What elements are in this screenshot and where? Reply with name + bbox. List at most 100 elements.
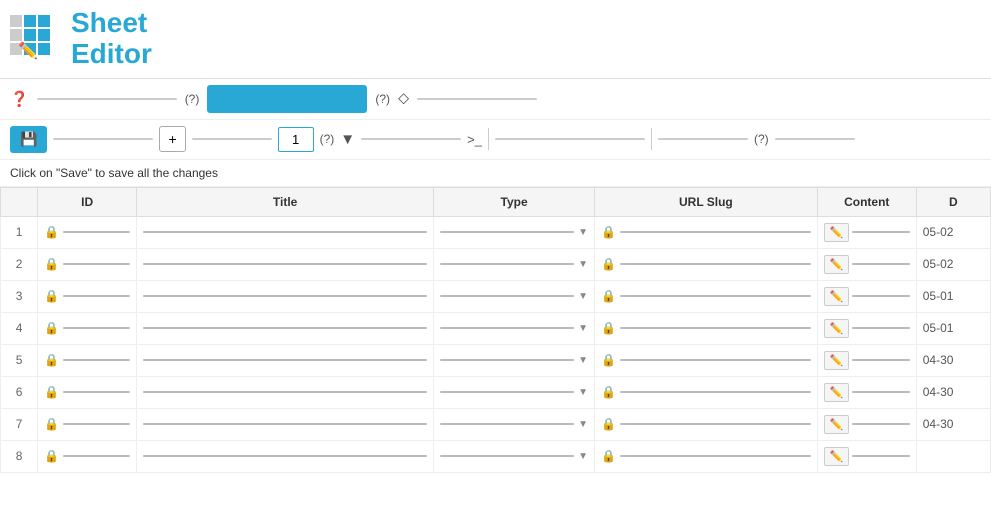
col-line2 — [192, 138, 272, 140]
cell-title[interactable] — [137, 312, 434, 344]
cell-slug: 🔒 — [595, 248, 818, 280]
cell-type[interactable]: ▼ — [434, 216, 595, 248]
col-header-date[interactable]: D — [916, 187, 990, 216]
hint-extra[interactable]: (?) — [754, 132, 769, 146]
col-line4 — [495, 138, 645, 140]
cell-title[interactable] — [137, 344, 434, 376]
cell-title[interactable] — [137, 376, 434, 408]
main-filter-input[interactable] — [207, 85, 367, 113]
cell-slug: 🔒 — [595, 408, 818, 440]
dropdown-icon[interactable]: ▼ — [578, 323, 588, 334]
cmd-icon[interactable]: >_ — [467, 132, 482, 147]
id-value-line — [63, 455, 130, 457]
cell-type[interactable]: ▼ — [434, 344, 595, 376]
row-count-input[interactable] — [278, 127, 314, 152]
cell-content: ✏️ — [817, 216, 916, 248]
cell-type[interactable]: ▼ — [434, 248, 595, 280]
type-value-line — [440, 231, 574, 233]
col-header-id[interactable]: ID — [38, 187, 137, 216]
title-value-line — [143, 263, 427, 265]
edit-content-button[interactable]: ✏️ — [824, 255, 850, 274]
dropdown-icon[interactable]: ▼ — [578, 291, 588, 302]
hint-rows[interactable]: (?) — [320, 132, 335, 146]
cell-id: 🔒 — [38, 344, 137, 376]
cell-type[interactable]: ▼ — [434, 312, 595, 344]
col-header-title[interactable]: Title — [137, 187, 434, 216]
cell-slug: 🔒 — [595, 216, 818, 248]
row-number: 1 — [1, 216, 38, 248]
cell-title[interactable] — [137, 440, 434, 472]
edit-content-button[interactable]: ✏️ — [824, 351, 850, 370]
lock-icon: 🔒 — [44, 289, 59, 303]
hint2[interactable]: (?) — [375, 92, 390, 106]
lock-icon: 🔒 — [44, 257, 59, 271]
dropdown-icon[interactable]: ▼ — [578, 259, 588, 270]
dropdown-icon[interactable]: ▼ — [578, 355, 588, 366]
cell-content: ✏️ — [817, 376, 916, 408]
cell-id: 🔒 — [38, 440, 137, 472]
date-value: 05-02 — [923, 225, 954, 239]
slug-value-line — [620, 359, 811, 361]
type-value-line — [440, 327, 574, 329]
content-line — [852, 295, 909, 297]
col-header-type[interactable]: Type — [434, 187, 595, 216]
filter-icon[interactable]: ▼ — [340, 131, 355, 148]
hint1[interactable]: (?) — [185, 92, 200, 106]
help-icon[interactable]: ❓ — [10, 90, 29, 108]
edit-content-button[interactable]: ✏️ — [824, 223, 850, 242]
id-value-line — [63, 295, 130, 297]
type-value-line — [440, 423, 574, 425]
table-header-row: ID Title Type URL Slug Content D — [1, 187, 991, 216]
cell-slug: 🔒 — [595, 280, 818, 312]
dropdown-icon[interactable]: ▼ — [578, 451, 588, 462]
dropdown-icon[interactable]: ▼ — [578, 387, 588, 398]
table-row: 2🔒▼🔒✏️05-02 — [1, 248, 991, 280]
save-button[interactable]: 💾 — [10, 126, 47, 153]
save-icon: 💾 — [20, 131, 37, 148]
edit-content-button[interactable]: ✏️ — [824, 447, 850, 466]
edit-content-button[interactable]: ✏️ — [824, 287, 850, 306]
slug-value-line — [620, 391, 811, 393]
col-line5 — [658, 138, 748, 140]
cell-type[interactable]: ▼ — [434, 280, 595, 312]
add-row-button[interactable]: + — [159, 126, 185, 152]
col-header-content[interactable]: Content — [817, 187, 916, 216]
row-number: 4 — [1, 312, 38, 344]
dropdown-icon[interactable]: ▼ — [578, 419, 588, 430]
id-value-line — [63, 391, 130, 393]
title-value-line — [143, 359, 427, 361]
cell-type[interactable]: ▼ — [434, 408, 595, 440]
col-select-line — [53, 138, 153, 140]
col-line6 — [775, 138, 855, 140]
cell-title[interactable] — [137, 408, 434, 440]
cell-date: 04-30 — [916, 376, 990, 408]
toolbar-row2: 💾 + (?) ▼ >_ (?) — [0, 120, 991, 160]
cell-date: 05-01 — [916, 280, 990, 312]
col-header-num — [1, 187, 38, 216]
cell-type[interactable]: ▼ — [434, 376, 595, 408]
slug-value-line — [620, 455, 811, 457]
sort-icon[interactable]: ⬦ — [398, 90, 409, 108]
cell-title[interactable] — [137, 216, 434, 248]
table-row: 7🔒▼🔒✏️04-30 — [1, 408, 991, 440]
app-header: ✏️ SheetEditor — [0, 0, 991, 79]
cell-type[interactable]: ▼ — [434, 440, 595, 472]
dropdown-icon[interactable]: ▼ — [578, 227, 588, 238]
cell-title[interactable] — [137, 280, 434, 312]
content-line — [852, 391, 909, 393]
row-number: 6 — [1, 376, 38, 408]
cell-id: 🔒 — [38, 376, 137, 408]
col-header-slug[interactable]: URL Slug — [595, 187, 818, 216]
edit-content-button[interactable]: ✏️ — [824, 415, 850, 434]
cell-date: 05-01 — [916, 312, 990, 344]
lock-icon: 🔒 — [601, 417, 616, 431]
title-value-line — [143, 455, 427, 457]
cell-content: ✏️ — [817, 248, 916, 280]
cell-title[interactable] — [137, 248, 434, 280]
slug-value-line — [620, 263, 811, 265]
id-value-line — [63, 423, 130, 425]
edit-content-button[interactable]: ✏️ — [824, 319, 850, 338]
title-value-line — [143, 231, 427, 233]
content-line — [852, 263, 909, 265]
edit-content-button[interactable]: ✏️ — [824, 383, 850, 402]
